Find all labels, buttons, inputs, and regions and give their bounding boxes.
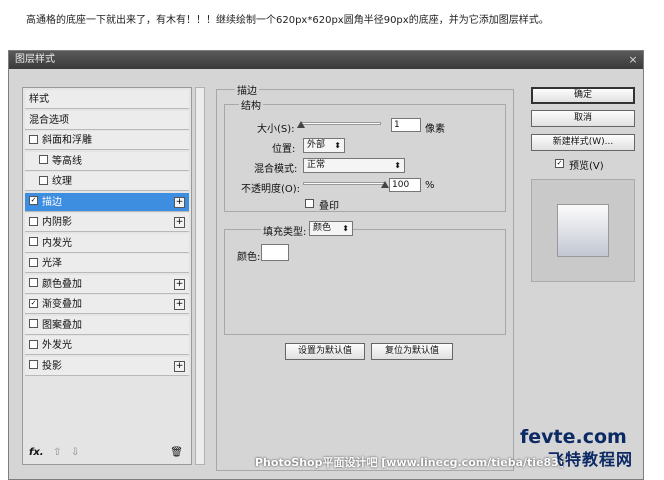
style-item[interactable]: 纹理	[25, 172, 189, 191]
style-item-checkbox[interactable]	[39, 175, 48, 185]
style-item-checkbox[interactable]	[29, 216, 38, 226]
style-preview-thumbnail	[557, 204, 609, 257]
styles-bottom-toolbar: fx. ⇧ ⇩ 🗑	[25, 444, 189, 462]
opacity-slider-thumb[interactable]	[381, 181, 389, 188]
style-item-checkbox[interactable]	[29, 257, 38, 267]
style-item[interactable]: ✓ 渐变叠加 +	[25, 295, 189, 314]
trash-icon[interactable]: 🗑	[170, 444, 183, 462]
preview-label: 预览(V)	[569, 161, 604, 172]
stroke-section-title: 描边	[235, 82, 259, 97]
overprint-checkbox[interactable]	[305, 199, 314, 208]
size-input[interactable]: 1	[391, 118, 421, 132]
fill-type-select[interactable]: 颜色 ⬍	[309, 221, 353, 236]
cancel-button[interactable]: 取消	[531, 110, 635, 127]
preview-checkbox[interactable]: ✓	[555, 159, 564, 168]
add-effect-icon[interactable]: +	[174, 217, 185, 228]
position-label: 位置:	[272, 144, 296, 155]
style-item[interactable]: 投影 +	[25, 356, 189, 376]
position-value: 外部	[307, 140, 326, 150]
position-select[interactable]: 外部 ⬍	[303, 138, 345, 153]
style-item-label: 内发光	[42, 237, 72, 249]
caption-text: 高通格的底座一下就出来了，有木有！！！继续绘制一个620px*620px圆角半径…	[26, 15, 549, 26]
structure-group-title: 结构	[239, 97, 263, 112]
move-up-icon[interactable]: ⇧	[53, 444, 61, 462]
style-item-checkbox[interactable]	[29, 278, 38, 287]
style-item-label: 颜色叠加	[42, 278, 82, 290]
style-item[interactable]: 内阴影 +	[25, 213, 189, 232]
opacity-label: 不透明度(O):	[241, 184, 301, 195]
styles-list-panel: fx. ⇧ ⇩ 🗑 样式混合选项斜面和浮雕等高线纹理 ✓ 描边 + 内阴影 + 内发光光泽颜…	[22, 87, 192, 465]
style-item-label: 等高线	[52, 155, 82, 167]
style-item-label: 外发光	[42, 340, 72, 351]
opacity-input[interactable]: 100	[389, 178, 421, 192]
style-item-label: 投影	[42, 360, 62, 372]
style-item-label: 纹理	[52, 176, 72, 187]
style-item-checkbox[interactable]	[29, 339, 38, 349]
add-effect-icon[interactable]: +	[174, 196, 185, 208]
style-item[interactable]: 混合选项	[25, 110, 189, 130]
style-item-checkbox[interactable]	[29, 360, 38, 369]
style-item-label: 混合选项	[29, 114, 69, 126]
style-item[interactable]: 图案叠加	[25, 315, 189, 335]
fill-type-value: 颜色	[313, 223, 332, 233]
color-swatch[interactable]	[261, 244, 289, 261]
new-style-button[interactable]: 新建样式(W)...	[531, 134, 635, 151]
style-item-label: 样式	[29, 94, 49, 105]
watermark-text: PhotoShop平面设计吧 [www.linecg.com/tieba/tie…	[255, 456, 564, 469]
fill-type-label: 填充类型:	[261, 223, 309, 238]
size-label: 大小(S):	[257, 124, 295, 135]
style-item-label: 图案叠加	[42, 319, 82, 331]
style-item[interactable]: 外发光	[25, 336, 189, 355]
layer-style-dialog: 图层样式 × fx. ⇧ ⇩ 🗑 样式 混合选项 斜面和浮雕 等高线 纹理 ✓ 描边 + 内阴影…	[8, 50, 644, 480]
fx-icon[interactable]: fx.	[29, 444, 44, 462]
style-preview-area	[531, 179, 635, 282]
chevron-updown-icon: ⬍	[334, 141, 341, 150]
opacity-unit: %	[425, 180, 435, 191]
style-item[interactable]: 光泽	[25, 254, 189, 273]
opacity-slider-track[interactable]	[303, 182, 385, 185]
set-default-button[interactable]: 设置为默认值	[285, 343, 365, 360]
style-item-checkbox[interactable]: ✓	[29, 298, 38, 308]
blend-mode-label: 混合模式:	[254, 164, 298, 175]
size-unit: 像素	[425, 124, 445, 135]
chevron-updown-icon: ⬍	[342, 224, 349, 233]
style-item-label: 斜面和浮雕	[42, 135, 92, 146]
style-item-label: 光泽	[42, 258, 62, 269]
style-item-checkbox[interactable]	[29, 237, 38, 246]
move-down-icon[interactable]: ⇩	[71, 444, 79, 462]
style-item[interactable]: 样式	[25, 90, 189, 109]
style-item-label: 描边	[42, 196, 62, 208]
style-item-checkbox[interactable]	[29, 134, 38, 144]
style-item-checkbox[interactable]: ✓	[29, 196, 38, 205]
blend-mode-select[interactable]: 正常 ⬍	[303, 158, 405, 173]
dialog-titlebar: 图层样式 ×	[9, 51, 643, 69]
add-effect-icon[interactable]: +	[174, 278, 185, 290]
reset-default-button[interactable]: 复位为默认值	[371, 343, 453, 360]
color-label: 颜色:	[237, 252, 261, 263]
style-item[interactable]: 斜面和浮雕	[25, 131, 189, 150]
site-logo: fevte.com	[520, 426, 627, 448]
styles-list-scrollbar[interactable]	[195, 87, 205, 465]
size-slider-track[interactable]	[301, 122, 381, 125]
overprint-label: 叠印	[319, 201, 339, 212]
style-item[interactable]: ✓ 描边 +	[25, 192, 189, 212]
close-icon[interactable]: ×	[627, 54, 639, 66]
style-item[interactable]: 等高线	[25, 151, 189, 171]
style-item[interactable]: 颜色叠加 +	[25, 274, 189, 294]
style-item-checkbox[interactable]	[39, 155, 48, 164]
add-effect-icon[interactable]: +	[174, 360, 185, 372]
ok-button[interactable]: 确定	[531, 87, 635, 104]
style-item-label: 渐变叠加	[42, 299, 82, 310]
dialog-title: 图层样式	[15, 54, 55, 65]
style-item-checkbox[interactable]	[29, 319, 38, 328]
add-effect-icon[interactable]: +	[174, 299, 185, 310]
style-item[interactable]: 内发光	[25, 233, 189, 253]
style-item-label: 内阴影	[42, 217, 72, 228]
site-logo-subtitle: 飞特教程网	[548, 450, 634, 469]
chevron-updown-icon: ⬍	[394, 161, 401, 170]
blend-mode-value: 正常	[307, 160, 326, 170]
size-slider-thumb[interactable]	[297, 121, 305, 128]
